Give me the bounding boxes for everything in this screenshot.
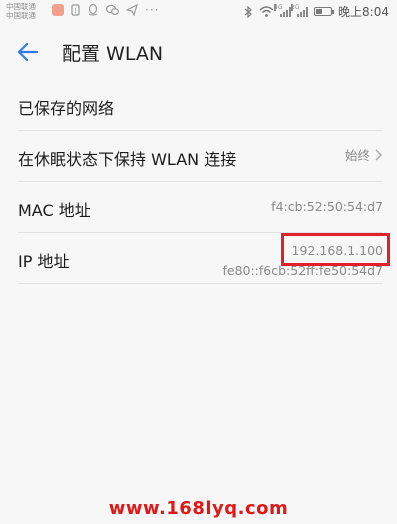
carrier-2: 中国联通 [6, 11, 36, 20]
signal-1-type: 4G [274, 3, 283, 11]
signal-strength-1-icon: 4G [274, 3, 292, 17]
signal-strength-2-icon: 2G [291, 3, 309, 17]
battery-icon [314, 7, 335, 16]
mac-address-label: MAC 地址 [18, 201, 91, 220]
svg-text:!: ! [74, 7, 77, 15]
mac-address-row: MAC 地址 f4:cb:52:50:54:d7 [18, 182, 383, 233]
page-title: 配置 WLAN [62, 43, 164, 65]
send-icon [126, 4, 138, 16]
app-header: 配置 WLAN [0, 24, 397, 80]
bluetooth-icon [244, 5, 252, 18]
keep-wlan-sleep-value: 始终 [344, 148, 370, 163]
ip-highlight-annotation [281, 233, 390, 266]
saved-networks-row[interactable]: 已保存的网络 [18, 80, 383, 131]
carrier-1: 中国联通 [6, 2, 36, 11]
carrier-labels: 中国联通 中国联通 [6, 2, 36, 20]
keep-wlan-sleep-value-group: 始终 [345, 145, 383, 164]
ip-address-label: IP 地址 [18, 252, 70, 271]
system-status: 4G 2G 晚上8:04 [243, 3, 389, 20]
more-notifications: ··· [145, 3, 160, 17]
notification-icons: ! ··· [52, 4, 159, 16]
watermark: www.168lyq.com [108, 498, 289, 519]
battery-saver-icon: ! [71, 4, 80, 16]
clock: 晚上8:04 [338, 5, 389, 19]
saved-networks-label: 已保存的网络 [18, 99, 115, 118]
battery-fill [316, 9, 323, 14]
qq-icon [88, 4, 98, 16]
mac-address-value: f4:cb:52:50:54:d7 [271, 199, 383, 214]
wechat-icon [106, 4, 119, 15]
keep-wlan-sleep-row[interactable]: 在休眠状态下保持 WLAN 连接 始终 [18, 131, 383, 182]
keep-wlan-sleep-label: 在休眠状态下保持 WLAN 连接 [18, 150, 237, 169]
back-arrow-icon[interactable] [16, 40, 40, 64]
app-notification-icon [52, 4, 64, 16]
signal-2-type: 2G [291, 3, 300, 11]
status-bar: 中国联通 中国联通 ! ··· 4G 2G 晚上8:04 [0, 0, 397, 24]
chevron-right-icon [375, 149, 382, 160]
wifi-icon [259, 6, 274, 17]
